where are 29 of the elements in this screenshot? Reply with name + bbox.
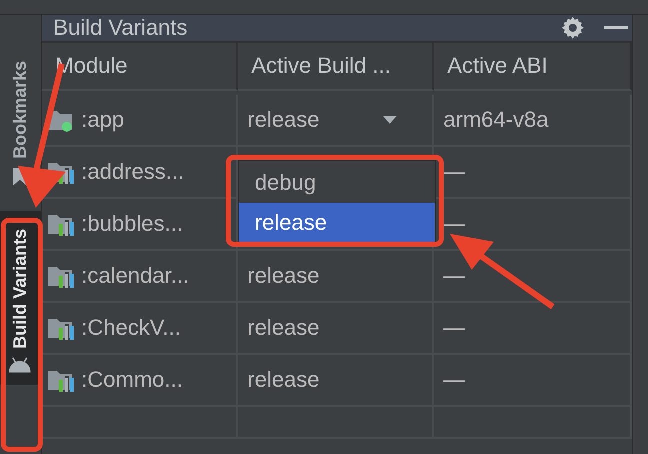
- variant-option[interactable]: debug: [239, 163, 435, 203]
- module-name: :address...: [82, 159, 184, 185]
- module-name: :Commo...: [82, 367, 184, 393]
- library-module-icon: [46, 212, 76, 236]
- column-header[interactable]: Active Build ...: [238, 43, 434, 91]
- library-module-icon: [46, 316, 76, 340]
- settings-icon[interactable]: [560, 15, 586, 41]
- column-header[interactable]: Module: [42, 43, 238, 91]
- module-name: :bubbles...: [82, 211, 184, 237]
- caret-icon[interactable]: [382, 115, 398, 125]
- build-variant[interactable]: release: [248, 107, 320, 133]
- abi-value: —: [444, 315, 466, 341]
- build-variant[interactable]: release: [248, 263, 320, 289]
- panel-title: Build Variants: [54, 15, 189, 41]
- module-name: :calendar...: [82, 263, 190, 289]
- variant-option[interactable]: release: [239, 203, 435, 243]
- module-name: :app: [82, 107, 124, 133]
- abi-value: —: [444, 263, 466, 289]
- build-variant[interactable]: release: [248, 315, 320, 341]
- library-module-icon: [46, 368, 76, 392]
- android-icon: [9, 357, 32, 374]
- abi-value: —: [444, 211, 466, 237]
- abi-value: arm64-v8a: [444, 107, 549, 133]
- abi-value: —: [444, 367, 466, 393]
- module-name: :CheckV...: [82, 315, 182, 341]
- abi-value: —: [444, 159, 466, 185]
- library-module-icon: [46, 264, 76, 288]
- minimize-icon[interactable]: [604, 26, 628, 30]
- build-variant[interactable]: release: [248, 367, 320, 393]
